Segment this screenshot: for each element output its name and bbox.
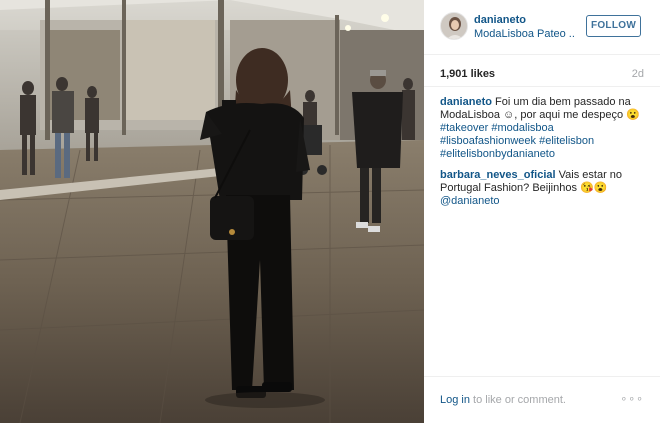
hashtag[interactable]: #elitelisbonbydanianeto [440,148,555,160]
mention[interactable]: @danianeto [440,195,500,207]
follow-button[interactable]: FOLLOW [586,15,641,37]
comments-list: danianeto Foi um dia bem passado na Moda… [440,96,646,216]
post-photo[interactable] [0,0,424,423]
post-stats: 1,901 likes 2d [424,54,660,87]
post-location[interactable]: ModaLisboa Pateo ... [474,28,574,40]
comment-item: barbara_neves_oficial Vais estar no Port… [440,169,646,208]
login-prompt-text: to like or comment. [473,394,566,406]
post-header: danianeto ModaLisboa Pateo ... FOLLOW [424,0,660,55]
post-timestamp[interactable]: 2d [632,68,644,80]
avatar[interactable] [440,12,468,40]
post-username[interactable]: danianeto [474,14,526,26]
avatar-image [441,13,467,39]
comment-item: danianeto Foi um dia bem passado na Moda… [440,96,646,161]
login-prompt: Log in to like or comment. [440,394,566,406]
comment-username[interactable]: danianeto [440,96,492,108]
hashtag[interactable]: #elitelisbon [539,135,594,147]
hashtag[interactable]: #takeover [440,122,488,134]
street-scene-photo [0,0,424,423]
post-sidebar: danianeto ModaLisboa Pateo ... FOLLOW 1,… [424,0,660,423]
likes-count[interactable]: 1,901 likes [440,68,495,80]
login-link[interactable]: Log in [440,394,470,406]
hashtag[interactable]: #lisboafashionweek [440,135,536,147]
comment-username[interactable]: barbara_neves_oficial [440,169,556,181]
post-footer: Log in to like or comment. ∘∘∘ [424,376,660,424]
hashtag[interactable]: #modalisboa [491,122,553,134]
more-options-icon[interactable]: ∘∘∘ [620,392,644,405]
